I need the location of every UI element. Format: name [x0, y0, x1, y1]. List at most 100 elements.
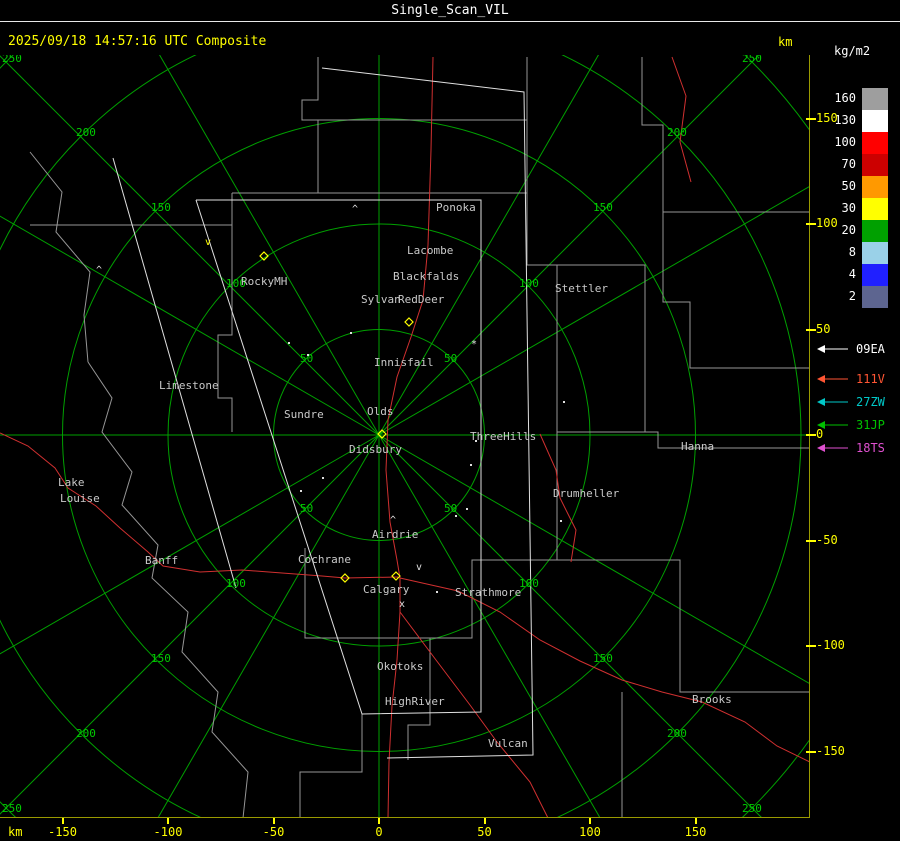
bottom-axis-tick — [483, 818, 486, 824]
range-ring-label: 250 — [742, 55, 762, 65]
bottom-axis-tick-label: 100 — [579, 825, 601, 839]
right-axis-tick-label: -50 — [816, 532, 838, 547]
town-marker — [436, 591, 438, 593]
city-label: HighRiver — [385, 695, 445, 708]
city-label: Louise — [60, 492, 100, 505]
bottom-axis-tick-label: -100 — [153, 825, 183, 839]
city-label: Blackfalds — [393, 270, 459, 283]
city-label: Hanna — [681, 440, 714, 453]
bottom-axis-tick — [272, 818, 275, 824]
city-label: Olds — [367, 405, 394, 418]
town-marker — [455, 515, 457, 517]
range-ring-label: 200 — [76, 727, 96, 740]
radial-line — [0, 55, 380, 436]
county-boundary — [662, 212, 810, 369]
city-label: Lacombe — [407, 244, 453, 257]
town-marker — [307, 354, 309, 356]
range-ring-label: 250 — [2, 802, 22, 815]
right-axis: 150 100 50 0 -50 -100 -150 — [806, 0, 900, 841]
right-axis-tick-label: -100 — [816, 638, 845, 652]
bottom-axis: km -150 -100 -50 0 50 100 150 — [0, 818, 900, 841]
bottom-axis-tick — [167, 818, 169, 824]
timestamp-label: 2025/09/18 14:57:16 UTC Composite — [8, 34, 267, 49]
town-marker — [466, 508, 468, 510]
radar-map[interactable]: 250 200 150 100 50 250 200 150 100 50 50 100 150 200 2… — [0, 55, 810, 818]
city-label: Banff — [145, 554, 178, 567]
range-ring-label: 50 — [300, 502, 313, 515]
glyph-marker: ^ — [352, 204, 358, 215]
window-title: Single_Scan_VIL — [391, 3, 509, 18]
city-label: Stettler — [555, 282, 608, 295]
radar-canvas[interactable]: 250 200 150 100 50 250 200 150 100 50 50 100 150 200 2… — [0, 55, 810, 818]
city-label: RockyMH — [241, 275, 287, 288]
radial-line — [378, 434, 810, 685]
town-marker — [288, 342, 290, 344]
city-label: Innisfail — [374, 356, 434, 369]
range-ring-label: 50 — [444, 352, 457, 365]
city-label: Vulcan — [488, 737, 528, 750]
city-label: Drumheller — [553, 487, 620, 500]
right-axis-tick-label: 150 — [816, 110, 838, 125]
city-label: Okotoks — [377, 660, 423, 673]
glyph-marker: ^ — [390, 515, 396, 526]
radial-line — [157, 434, 380, 818]
bottom-axis-tick — [61, 818, 64, 824]
bottom-axis-tick — [694, 818, 697, 824]
county-boundary — [299, 714, 363, 818]
glyph-marker: v — [205, 237, 211, 248]
city-label: Limestone — [159, 379, 219, 392]
right-axis-unit-label: km — [778, 35, 793, 49]
bottom-axis-tick — [589, 818, 591, 824]
right-axis-tick-label: 100 — [816, 216, 838, 230]
highway-line — [671, 56, 692, 183]
range-ring-label: 100 — [226, 577, 246, 590]
bottom-axis-tick-label: 50 — [477, 825, 492, 839]
bottom-axis-tick-label: 0 — [375, 825, 383, 839]
town-marker — [470, 464, 472, 466]
city-label: Calgary — [363, 583, 410, 596]
right-axis-tick — [806, 328, 816, 331]
bottom-axis-tick-label: 150 — [684, 825, 707, 839]
city-label: Strathmore — [455, 586, 521, 599]
city-label: Ponoka — [436, 201, 476, 214]
range-ring-label: 100 — [519, 277, 539, 290]
highway-line — [399, 577, 810, 763]
right-axis-tick — [806, 539, 816, 542]
bottom-axis-tick-label: -150 — [48, 825, 77, 839]
town-marker — [475, 440, 477, 442]
range-ring-label: 150 — [593, 652, 613, 665]
range-ring-label: 150 — [151, 201, 171, 214]
bottom-axis-tick-label: -50 — [262, 825, 285, 839]
county-boundary — [557, 559, 810, 693]
county-boundary — [29, 151, 91, 363]
city-label: Didsbury — [349, 443, 402, 456]
right-axis-tick-label: -150 — [816, 743, 845, 758]
right-axis-tick — [806, 434, 816, 436]
glyph-marker: ^ — [96, 265, 102, 276]
county-boundary — [217, 193, 233, 432]
bottom-axis-tick — [378, 818, 380, 824]
right-axis-tick — [806, 223, 816, 225]
city-label: ThreeHills — [470, 430, 536, 443]
town-marker — [322, 477, 324, 479]
glyph-marker: * — [471, 339, 477, 350]
range-ring-label: 150 — [151, 652, 171, 665]
city-label: Cochrane — [298, 553, 351, 566]
range-ring-label: 250 — [742, 802, 762, 815]
glyph-marker: x — [399, 599, 405, 610]
right-axis-tick — [806, 645, 816, 647]
city-label: Brooks — [692, 693, 732, 706]
town-marker — [350, 332, 352, 334]
site-city-marker — [404, 317, 414, 327]
right-axis-tick-label: 0 — [816, 427, 824, 441]
city-label: Airdrie — [372, 528, 418, 541]
scan-coverage-outline — [321, 67, 534, 759]
town-marker — [563, 401, 565, 403]
city-label: Sundre — [284, 408, 324, 421]
range-ring-label: 50 — [300, 352, 313, 365]
range-ring-label: 200 — [667, 727, 687, 740]
city-label: RedDeer — [398, 293, 445, 306]
range-ring-label: 200 — [667, 126, 687, 139]
range-ring-label: 200 — [76, 126, 96, 139]
right-axis-tick-label: 50 — [816, 321, 831, 336]
